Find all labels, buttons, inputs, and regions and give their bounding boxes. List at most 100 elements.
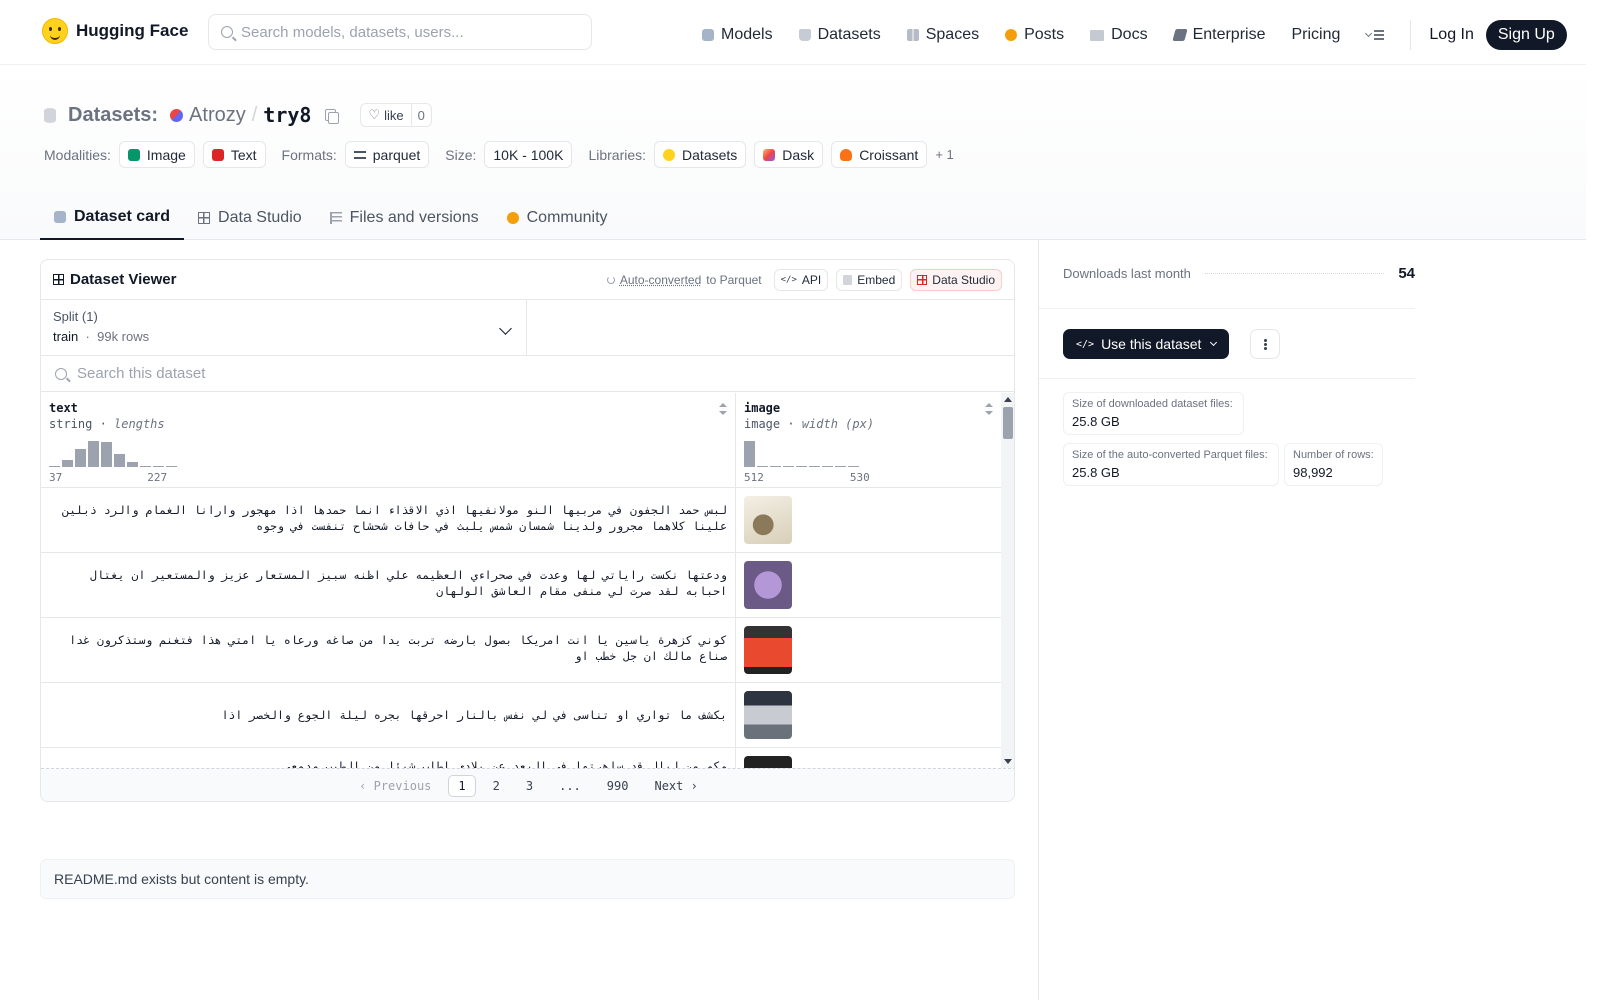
text-cell[interactable]: كوني كزهرة ياسين يا انت امريكا بصول بارض… xyxy=(41,618,736,682)
nav-link-posts[interactable]: Posts xyxy=(1005,26,1064,44)
size-tag[interactable]: 10K - 100K xyxy=(484,141,573,168)
text-cell[interactable]: بكشف ما تواري او تناسى في لي نفس بالنار … xyxy=(41,683,736,747)
like-count[interactable]: 0 xyxy=(410,104,431,126)
image-cell[interactable] xyxy=(736,488,1001,552)
format-parquet-tag[interactable]: parquet xyxy=(344,141,430,168)
scroll-up-icon[interactable] xyxy=(1004,397,1012,402)
more-menu-icon[interactable] xyxy=(1366,30,1385,40)
split-select[interactable]: Split (1) train · 99k rows xyxy=(41,300,527,355)
library-croissant-tag[interactable]: Croissant xyxy=(831,141,928,168)
like-button[interactable]: ♡ like 0 xyxy=(360,103,432,127)
histogram-bar[interactable] xyxy=(757,466,768,467)
page-button-3[interactable]: 3 xyxy=(517,776,542,796)
histogram-bar[interactable] xyxy=(114,454,125,467)
nav-link-spaces[interactable]: Spaces xyxy=(906,26,979,44)
repo-kind-link[interactable]: Datasets: xyxy=(68,104,158,127)
histogram-bar[interactable] xyxy=(770,466,781,467)
embed-button[interactable]: Embed xyxy=(836,268,903,291)
database-icon xyxy=(798,29,811,41)
table-row[interactable]: بكشف ما تواري او تناسى في لي نفس بالنار … xyxy=(41,683,1001,748)
dataset-search-input[interactable] xyxy=(77,365,677,382)
page-button-last[interactable]: 990 xyxy=(598,776,638,796)
histogram-bar[interactable] xyxy=(88,441,99,467)
histogram-bar[interactable] xyxy=(49,466,60,467)
nav-link-enterprise[interactable]: Enterprise xyxy=(1171,26,1265,44)
tab-community[interactable]: Community xyxy=(493,195,622,240)
image-thumbnail[interactable] xyxy=(744,756,792,768)
split-row: Split (1) train · 99k rows xyxy=(41,300,1014,356)
histogram-bar[interactable] xyxy=(153,466,164,467)
modality-text-tag[interactable]: Text xyxy=(202,141,266,168)
login-link[interactable]: Log In xyxy=(1429,26,1473,44)
data-studio-button[interactable]: Data Studio xyxy=(910,268,1002,291)
column-histogram[interactable] xyxy=(49,441,177,467)
histogram-bar[interactable] xyxy=(796,466,807,467)
tab-dataset-card[interactable]: Dataset card xyxy=(40,195,185,240)
image-thumbnail[interactable] xyxy=(744,496,792,544)
image-cell[interactable] xyxy=(736,618,1001,682)
title-slash: / xyxy=(251,103,258,126)
modality-image-tag[interactable]: Image xyxy=(118,141,195,168)
library-datasets-tag[interactable]: Datasets xyxy=(654,141,747,168)
histogram-bar[interactable] xyxy=(75,449,86,467)
more-libraries-button[interactable]: + 1 xyxy=(935,147,953,162)
histogram-bar[interactable] xyxy=(809,466,820,467)
global-search[interactable] xyxy=(208,14,592,50)
column-header-image[interactable]: image image · width (px) 512 530 xyxy=(736,393,1001,488)
dataset-search[interactable] xyxy=(41,356,1014,392)
api-button[interactable]: </> API xyxy=(773,268,829,291)
column-histogram[interactable] xyxy=(744,441,859,467)
global-search-input[interactable] xyxy=(241,23,571,41)
page-button-1[interactable]: 1 xyxy=(448,775,476,797)
copy-icon[interactable] xyxy=(325,109,340,124)
histogram-bar[interactable] xyxy=(822,466,833,467)
auto-converted-link[interactable]: Auto-converted xyxy=(620,273,701,287)
table-scrollbar[interactable] xyxy=(1001,393,1014,768)
nav-link-models[interactable]: Models xyxy=(702,26,773,44)
next-page-button[interactable]: Next › xyxy=(645,776,706,796)
image-thumbnail[interactable] xyxy=(744,561,792,609)
nav-link-datasets[interactable]: Datasets xyxy=(798,26,881,44)
more-options-button[interactable] xyxy=(1250,329,1280,359)
image-cell[interactable] xyxy=(736,683,1001,747)
histogram-bar[interactable] xyxy=(127,462,138,467)
histogram-bar[interactable] xyxy=(848,466,859,467)
column-header-text[interactable]: text string · lengths 37 227 xyxy=(41,393,736,488)
histogram-bar[interactable] xyxy=(783,466,794,467)
table-row[interactable]: لبس حمد الجفون في مربيها النو مولانفيها … xyxy=(41,488,1001,553)
scrollbar-thumb[interactable] xyxy=(1003,407,1013,439)
histogram-bar[interactable] xyxy=(166,466,177,467)
signup-button[interactable]: Sign Up xyxy=(1485,20,1567,50)
page-button-2[interactable]: 2 xyxy=(484,776,509,796)
image-thumbnail[interactable] xyxy=(744,626,792,674)
text-cell[interactable]: لبس حمد الجفون في مربيها النو مولانفيها … xyxy=(41,488,736,552)
histogram-bar[interactable] xyxy=(744,441,755,467)
histogram-bar[interactable] xyxy=(140,466,151,467)
image-cell[interactable] xyxy=(736,748,1001,768)
text-cell[interactable]: وكم من ليال قد ساهرتها في البعد عن بلادي… xyxy=(41,748,736,768)
tab-files-and-versions[interactable]: Files and versions xyxy=(316,195,493,240)
text-cell[interactable]: ودعتها نكست راياتي لها وعدت في صحراءي ال… xyxy=(41,553,736,617)
histogram-bar[interactable] xyxy=(101,442,112,467)
use-this-dataset-button[interactable]: </> Use this dataset xyxy=(1063,329,1230,359)
nav-link-pricing[interactable]: Pricing xyxy=(1291,26,1340,44)
table-row[interactable]: كوني كزهرة ياسين يا انت امريكا بصول بارض… xyxy=(41,618,1001,683)
row-count-stat: Number of rows: 98,992 xyxy=(1284,443,1383,486)
table-row[interactable]: وكم من ليال قد ساهرتها في البعد عن بلادي… xyxy=(41,748,1001,768)
histogram-bar[interactable] xyxy=(835,466,846,467)
brand-logo[interactable]: Hugging Face xyxy=(42,18,188,44)
library-dask-tag[interactable]: Dask xyxy=(754,141,824,168)
dataset-name[interactable]: try8 xyxy=(263,103,311,127)
image-cell[interactable] xyxy=(736,553,1001,617)
split-label: Split (1) xyxy=(53,309,98,324)
previous-page-button[interactable]: ‹ Previous xyxy=(350,776,440,796)
scroll-down-icon[interactable] xyxy=(1004,759,1012,764)
nav-link-docs[interactable]: Docs xyxy=(1090,26,1148,44)
sort-icon[interactable] xyxy=(719,403,727,415)
image-thumbnail[interactable] xyxy=(744,691,792,739)
owner-link[interactable]: Atrozy xyxy=(189,104,246,127)
histogram-bar[interactable] xyxy=(62,460,73,467)
table-row[interactable]: ودعتها نكست راياتي لها وعدت في صحراءي ال… xyxy=(41,553,1001,618)
tab-data-studio[interactable]: Data Studio xyxy=(184,195,316,240)
sort-icon[interactable] xyxy=(985,403,993,415)
